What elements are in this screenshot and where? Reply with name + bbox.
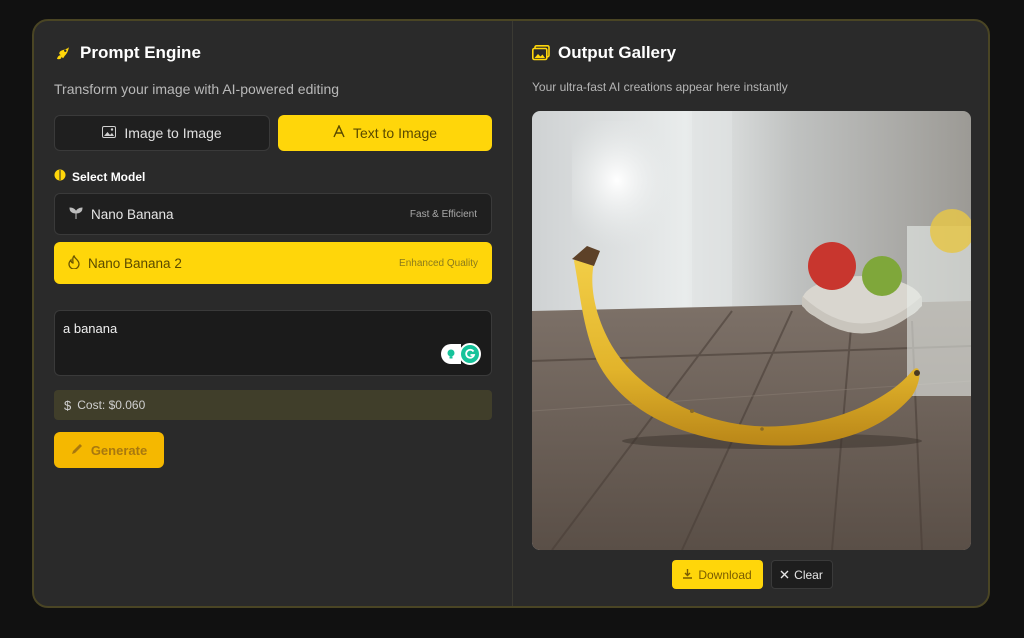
flame-icon — [68, 254, 80, 272]
text-to-image-tab[interactable]: Text to Image — [278, 115, 492, 151]
download-label: Download — [698, 567, 752, 582]
dollar-icon: $ — [64, 397, 72, 413]
model-option-nano-banana-2[interactable]: Nano Banana 2 Enhanced Quality — [54, 242, 492, 284]
sprout-icon — [69, 206, 83, 223]
image-to-image-label: Image to Image — [124, 125, 222, 141]
prompt-engine-title-text: Prompt Engine — [80, 43, 201, 62]
gallery-icon — [532, 44, 550, 62]
pencil-icon — [71, 442, 84, 458]
prompt-engine-title: Prompt Engine — [54, 43, 201, 63]
output-gallery-title-text: Output Gallery — [558, 43, 677, 62]
image-icon — [102, 125, 117, 141]
prompt-engine-panel: Prompt Engine Transform your image with … — [54, 21, 492, 606]
brain-icon — [54, 169, 66, 184]
download-icon — [682, 568, 693, 582]
cost-display: $ Cost: $0.060 — [54, 390, 492, 420]
generate-button[interactable]: Generate — [54, 432, 164, 468]
cost-label: Cost: $0.060 — [77, 398, 146, 412]
panel-divider — [512, 21, 513, 606]
model-option-nano-banana[interactable]: Nano Banana Fast & Efficient — [54, 193, 492, 235]
download-button[interactable]: Download — [671, 560, 763, 589]
grammarly-widget[interactable] — [441, 343, 481, 365]
close-icon — [780, 568, 789, 582]
output-gallery-panel: Output Gallery Your ultra-fast AI creati… — [532, 21, 972, 606]
clear-label: Clear — [794, 567, 823, 582]
generate-label: Generate — [90, 442, 148, 458]
output-gallery-title: Output Gallery — [532, 43, 676, 63]
text-icon — [333, 124, 345, 141]
app-window: Prompt Engine Transform your image with … — [32, 19, 990, 608]
model-name: Nano Banana — [91, 206, 174, 222]
select-model-label: Select Model — [72, 169, 146, 184]
image-to-image-tab[interactable]: Image to Image — [54, 115, 270, 151]
mode-toggle: Image to Image Text to Image — [54, 115, 492, 151]
prompt-textarea[interactable]: a banana — [54, 310, 492, 376]
generated-image[interactable] — [532, 111, 971, 550]
image-actions: Download Clear — [532, 560, 972, 589]
prompt-text: a banana — [63, 321, 118, 336]
prompt-engine-subtitle: Transform your image with AI-powered edi… — [54, 81, 340, 97]
rocket-icon — [54, 44, 72, 62]
model-tag: Fast & Efficient — [409, 208, 477, 220]
output-gallery-subtitle: Your ultra-fast AI creations appear here… — [532, 80, 788, 94]
lightbulb-icon — [441, 344, 461, 364]
text-to-image-label: Text to Image — [352, 125, 438, 141]
model-name: Nano Banana 2 — [88, 255, 182, 271]
clear-button[interactable]: Clear — [770, 560, 833, 589]
select-model-heading: Select Model — [54, 169, 145, 184]
grammarly-icon — [459, 343, 481, 365]
model-tag: Enhanced Quality — [399, 257, 478, 269]
